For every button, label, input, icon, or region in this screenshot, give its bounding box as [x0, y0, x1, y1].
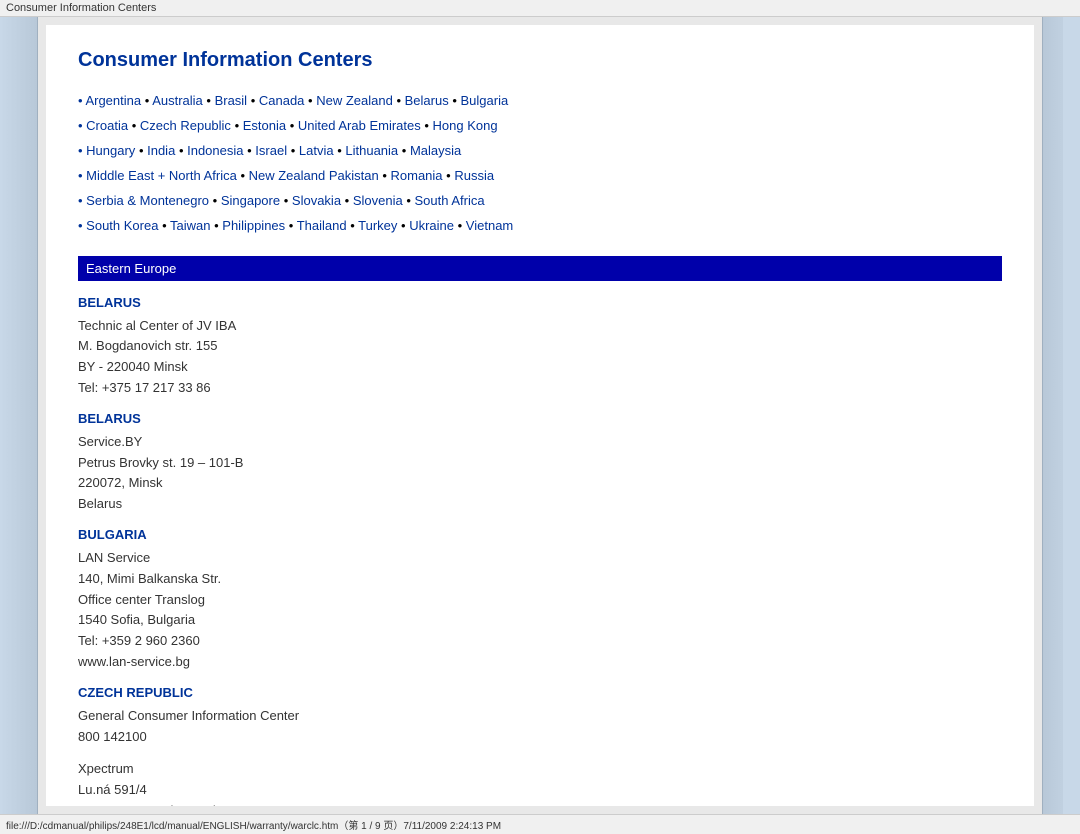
- link-indonesia[interactable]: Indonesia: [187, 143, 243, 158]
- link-turkey[interactable]: Turkey: [358, 218, 397, 233]
- nav-row-6: South Korea • Taiwan • Philippines • Tha…: [78, 215, 1002, 237]
- link-india[interactable]: India: [147, 143, 175, 158]
- address-block-belarus1: Technic al Center of JV IBA M. Bogdanovi…: [78, 316, 1002, 399]
- status-bar: file:///D:/cdmanual/philips/248E1/lcd/ma…: [0, 814, 1080, 834]
- link-vietnam[interactable]: Vietnam: [466, 218, 513, 233]
- right-sidebar-inner: [1063, 17, 1080, 814]
- link-belarus[interactable]: Belarus: [405, 93, 449, 108]
- country-heading-belarus2: BELARUS: [78, 411, 1002, 426]
- section-header: Eastern Europe: [78, 256, 1002, 281]
- link-israel[interactable]: Israel: [255, 143, 287, 158]
- title-bar-text: Consumer Information Centers: [6, 2, 156, 14]
- link-slovakia[interactable]: Slovakia: [292, 193, 341, 208]
- page-title: Consumer Information Centers: [78, 49, 1002, 72]
- link-croatia[interactable]: Croatia: [86, 118, 128, 133]
- nav-links: Argentina • Australia • Brasil • Canada …: [78, 90, 1002, 238]
- country-heading-belarus1: BELARUS: [78, 295, 1002, 310]
- link-bulgaria[interactable]: Bulgaria: [461, 93, 509, 108]
- address-block-czech1: General Consumer Information Center 800 …: [78, 706, 1002, 748]
- link-romania[interactable]: Romania: [391, 168, 443, 183]
- link-south-africa[interactable]: South Africa: [415, 193, 485, 208]
- title-bar: Consumer Information Centers: [0, 0, 1080, 17]
- link-malaysia[interactable]: Malaysia: [410, 143, 461, 158]
- address-block-belarus2: Service.BY Petrus Brovky st. 19 – 101-B …: [78, 432, 1002, 515]
- link-serbia[interactable]: Serbia & Montenegro: [86, 193, 209, 208]
- country-heading-czech: CZECH REPUBLIC: [78, 685, 1002, 700]
- left-sidebar: [0, 17, 38, 814]
- nav-row-1: Argentina • Australia • Brasil • Canada …: [78, 90, 1002, 112]
- link-brasil[interactable]: Brasil: [215, 93, 248, 108]
- link-canada[interactable]: Canada: [259, 93, 305, 108]
- nav-row-3: Hungary • India • Indonesia • Israel • L…: [78, 140, 1002, 162]
- link-thailand[interactable]: Thailand: [297, 218, 347, 233]
- nav-row-4: Middle East + North Africa • New Zealand…: [78, 165, 1002, 187]
- page-content: Consumer Information Centers Argentina •…: [46, 25, 1034, 806]
- link-hong-kong[interactable]: Hong Kong: [433, 118, 498, 133]
- link-philippines[interactable]: Philippines: [222, 218, 285, 233]
- link-argentina[interactable]: Argentina: [85, 93, 141, 108]
- link-russia[interactable]: Russia: [454, 168, 494, 183]
- main-layout: Consumer Information Centers Argentina •…: [0, 17, 1080, 814]
- link-singapore[interactable]: Singapore: [221, 193, 280, 208]
- link-lithuania[interactable]: Lithuania: [345, 143, 398, 158]
- link-australia[interactable]: Australia: [152, 93, 203, 108]
- nav-row-2: Croatia • Czech Republic • Estonia • Uni…: [78, 115, 1002, 137]
- link-nz-pakistan[interactable]: New Zealand Pakistan: [249, 168, 379, 183]
- right-sidebar: [1042, 17, 1080, 814]
- link-slovenia[interactable]: Slovenia: [353, 193, 403, 208]
- country-heading-bulgaria: BULGARIA: [78, 527, 1002, 542]
- address-block-czech2: Xpectrum Lu.ná 591/4 CZ - 160 00 Praha 6…: [78, 759, 1002, 806]
- nav-links-list: Argentina • Australia • Brasil • Canada …: [78, 90, 1002, 238]
- link-new-zealand[interactable]: New Zealand: [316, 93, 393, 108]
- link-ukraine[interactable]: Ukraine: [409, 218, 454, 233]
- link-czech-republic[interactable]: Czech Republic: [140, 118, 231, 133]
- link-latvia[interactable]: Latvia: [299, 143, 334, 158]
- status-bar-text: file:///D:/cdmanual/philips/248E1/lcd/ma…: [6, 821, 501, 832]
- link-middle-east[interactable]: Middle East + North Africa: [86, 168, 237, 183]
- link-uae[interactable]: United Arab Emirates: [298, 118, 421, 133]
- content-area: Consumer Information Centers Argentina •…: [38, 17, 1042, 814]
- address-block-bulgaria: LAN Service 140, Mimi Balkanska Str. Off…: [78, 548, 1002, 673]
- link-hungary[interactable]: Hungary: [86, 143, 135, 158]
- nav-row-5: Serbia & Montenegro • Singapore • Slovak…: [78, 190, 1002, 212]
- link-taiwan[interactable]: Taiwan: [170, 218, 210, 233]
- link-estonia[interactable]: Estonia: [243, 118, 286, 133]
- link-south-korea[interactable]: South Korea: [86, 218, 158, 233]
